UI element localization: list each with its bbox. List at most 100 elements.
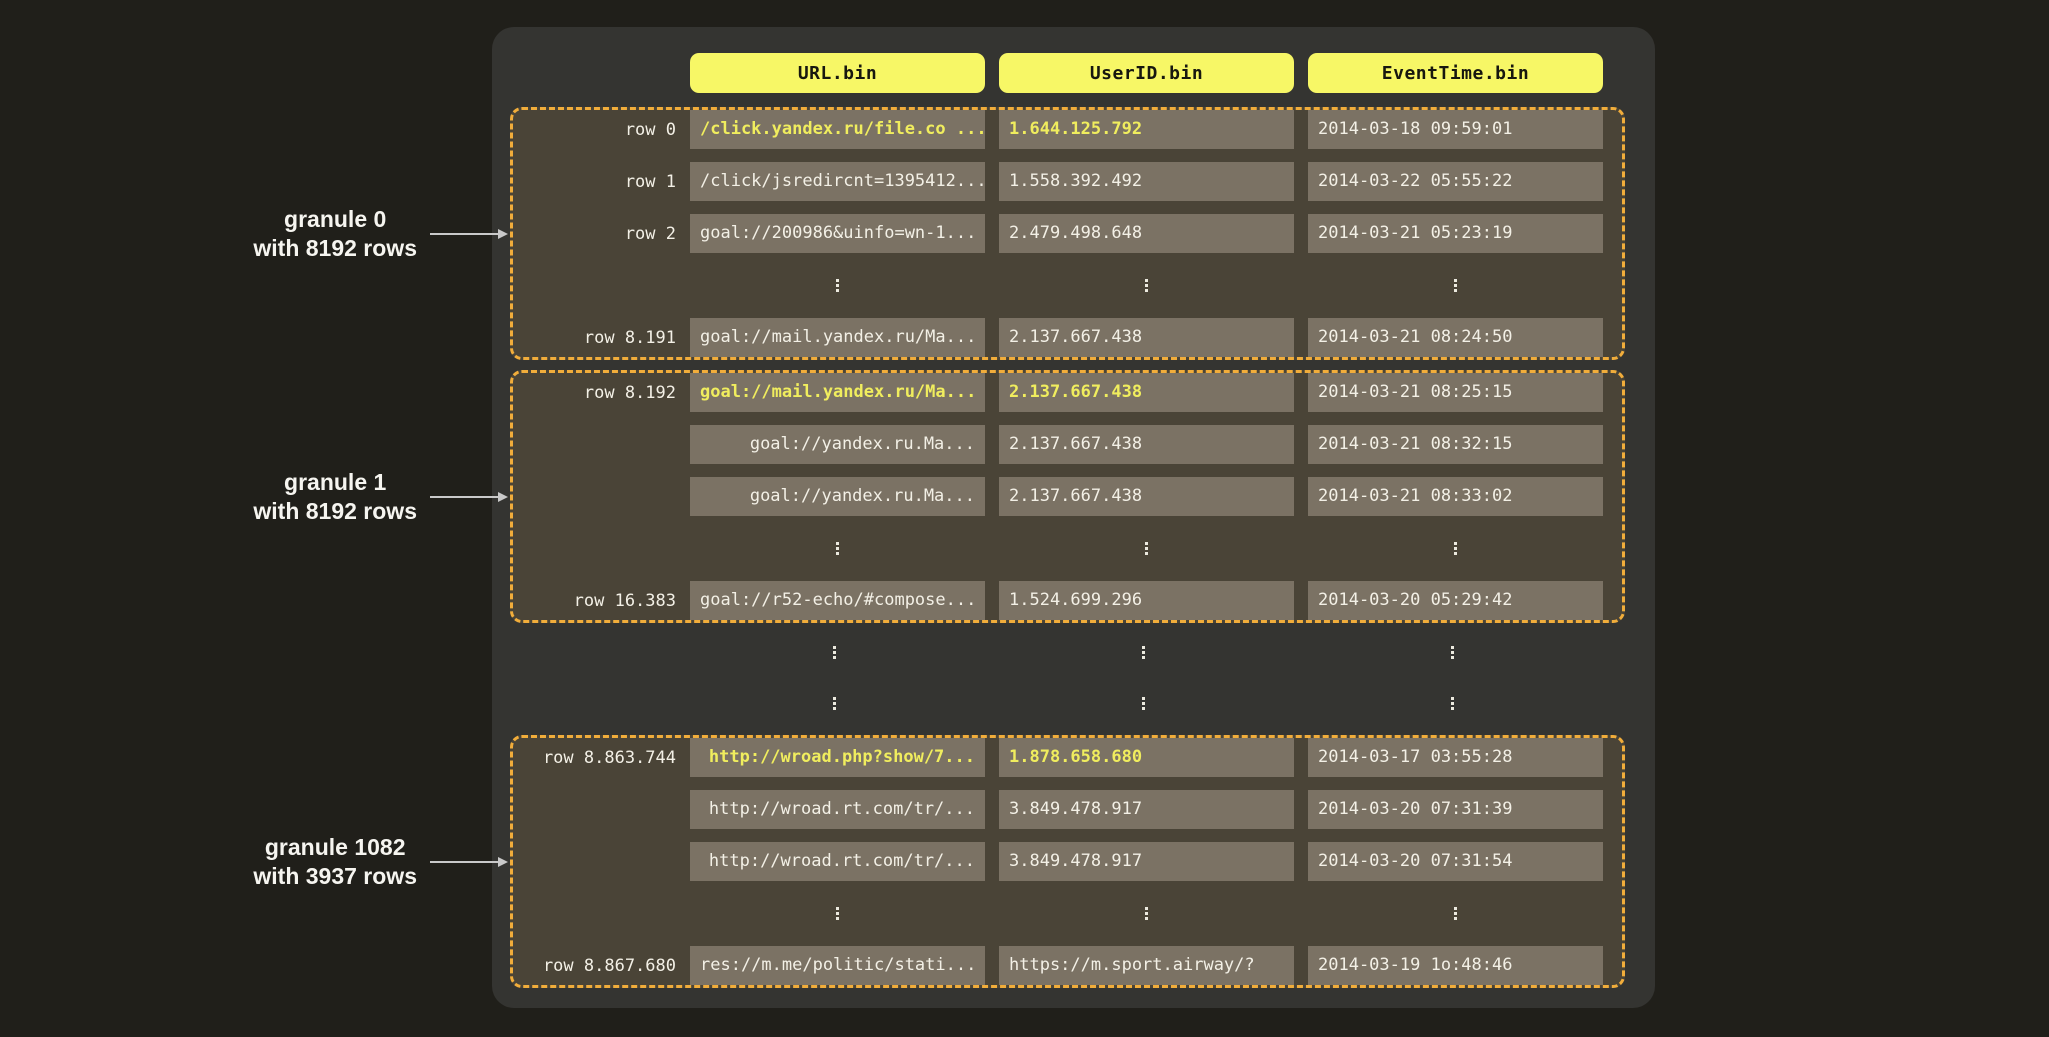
ellipsis-dot	[1142, 702, 1145, 705]
row-index-label: row 16.383	[513, 591, 676, 611]
vertical-ellipsis-icon	[1451, 646, 1454, 659]
ellipsis-dot	[833, 707, 836, 710]
vertical-ellipsis-icon	[836, 907, 839, 920]
ellipsis-dot	[833, 702, 836, 705]
granule-label-line2: with 3937 rows	[253, 862, 417, 891]
userid-cell: 1.878.658.680	[999, 738, 1294, 777]
url-cell: /click.yandex.ru/file.co ...	[690, 110, 985, 149]
ellipsis-dot	[833, 656, 836, 659]
ellipsis-dot	[1454, 552, 1457, 555]
granules-container: row 0/click.yandex.ru/file.co ...1.644.1…	[510, 107, 1655, 988]
table-row: row 2goal://200986&uinfo=wn-1...2.479.49…	[513, 214, 1622, 253]
vertical-ellipsis-icon	[1454, 542, 1457, 555]
ellipsis-cell	[999, 266, 1294, 305]
ellipsis-dot	[836, 552, 839, 555]
vertical-ellipsis-icon	[1145, 279, 1148, 292]
row-index-label: row 8.192	[513, 383, 676, 403]
row-index-label: row 2	[513, 224, 676, 244]
eventtime-cell: 2014-03-17 03:55:28	[1308, 738, 1603, 777]
vertical-ellipsis-icon	[836, 279, 839, 292]
eventtime-cell: 2014-03-21 08:32:15	[1308, 425, 1603, 464]
ellipsis-cell	[1308, 266, 1603, 305]
granule-box: row 8.863.744 http://wroad.php?show/7... 1…	[510, 735, 1625, 988]
ellipsis-dot	[1451, 651, 1454, 654]
ellipsis-cell	[687, 684, 982, 723]
ellipsis-dot	[1142, 656, 1145, 659]
ellipsis-cell	[690, 894, 985, 933]
ellipsis-dot	[836, 284, 839, 287]
granule-label-line2: with 8192 rows	[253, 497, 417, 526]
userid-cell: 2.137.667.438	[999, 373, 1294, 412]
ellipsis-dot	[833, 651, 836, 654]
arrow-right-icon	[430, 490, 508, 504]
ellipsis-cell	[996, 684, 1291, 723]
vertical-ellipsis-icon	[1142, 646, 1145, 659]
ellipsis-row	[513, 529, 1622, 568]
table-row: row 8.863.744 http://wroad.php?show/7... 1…	[513, 738, 1622, 777]
userid-cell: 1.524.699.296	[999, 581, 1294, 620]
ellipsis-dot	[1454, 289, 1457, 292]
url-cell: http://wroad.rt.com/tr/...	[690, 842, 985, 881]
ellipsis-dot	[1145, 279, 1148, 282]
ellipsis-dot	[1142, 651, 1145, 654]
userid-cell: 1.644.125.792	[999, 110, 1294, 149]
granule-label-line1: granule 1	[253, 468, 417, 497]
url-cell: /click/jsredircnt=1395412...	[690, 162, 985, 201]
table-row: goal://yandex.ru.Ma... 2.137.667.438 2014-…	[513, 477, 1622, 516]
ellipsis-dot	[1451, 646, 1454, 649]
userid-cell: https://m.sport.airway/?	[999, 946, 1294, 985]
url-cell: goal://yandex.ru.Ma...	[690, 477, 985, 516]
eventtime-cell: 2014-03-20 07:31:39	[1308, 790, 1603, 829]
ellipsis-dot	[1454, 284, 1457, 287]
url-cell: goal://yandex.ru.Ma...	[690, 425, 985, 464]
arrow-right-icon	[430, 855, 508, 869]
granule-box: row 0/click.yandex.ru/file.co ...1.644.1…	[510, 107, 1625, 360]
ellipsis-dot	[1145, 917, 1148, 920]
row-index-label: row 8.863.744	[513, 748, 676, 768]
granule-label: granule 0with 8192 rows	[0, 205, 510, 263]
eventtime-cell: 2014-03-21 08:33:02	[1308, 477, 1603, 516]
ellipsis-cell	[996, 633, 1291, 672]
ellipsis-dot	[1142, 707, 1145, 710]
url-cell: goal://mail.yandex.ru/Ma...	[690, 373, 985, 412]
granule-label: granule 1082with 3937 rows	[0, 833, 510, 891]
ellipsis-cell	[1305, 684, 1600, 723]
userid-cell: 3.849.478.917	[999, 790, 1294, 829]
ellipsis-cell	[999, 529, 1294, 568]
ellipsis-dot	[1145, 552, 1148, 555]
url-cell: goal://r52-echo/#compose...	[690, 581, 985, 620]
userid-cell: 2.137.667.438	[999, 477, 1294, 516]
ellipsis-dot	[1145, 542, 1148, 545]
eventtime-cell: 2014-03-21 08:25:15	[1308, 373, 1603, 412]
arrow-right-icon	[430, 227, 508, 241]
userid-cell: 1.558.392.492	[999, 162, 1294, 201]
ellipsis-row	[510, 684, 1625, 723]
eventtime-cell: 2014-03-20 05:29:42	[1308, 581, 1603, 620]
ellipsis-dot	[836, 542, 839, 545]
ellipsis-row	[513, 266, 1622, 305]
ellipsis-row	[510, 633, 1625, 672]
granule-label-line1: granule 0	[253, 205, 417, 234]
vertical-ellipsis-icon	[1142, 697, 1145, 710]
granule-label-line2: with 8192 rows	[253, 234, 417, 263]
ellipsis-dot	[833, 646, 836, 649]
ellipsis-dot	[836, 912, 839, 915]
granule-label-text: granule 1with 8192 rows	[253, 468, 417, 526]
ellipsis-cell	[687, 633, 982, 672]
table-row: row 0/click.yandex.ru/file.co ...1.644.1…	[513, 110, 1622, 149]
ellipsis-dot	[1454, 279, 1457, 282]
ellipsis-dot	[1145, 547, 1148, 550]
table-row: http://wroad.rt.com/tr/...3.849.478.9172…	[513, 790, 1622, 829]
userid-cell: 2.137.667.438	[999, 425, 1294, 464]
table-row: row 8.191goal://mail.yandex.ru/Ma...2.13…	[513, 318, 1622, 357]
ellipsis-dot	[836, 289, 839, 292]
url-cell: res://m.me/politic/stati...	[690, 946, 985, 985]
vertical-ellipsis-icon	[1145, 542, 1148, 555]
url-cell: http://wroad.php?show/7...	[690, 738, 985, 777]
table-row: http://wroad.rt.com/tr/...3.849.478.9172…	[513, 842, 1622, 881]
eventtime-cell: 2014-03-21 08:24:50	[1308, 318, 1603, 357]
table-row: row 16.383 goal://r52-echo/#compose... 1.5…	[513, 581, 1622, 620]
ellipsis-dot	[836, 907, 839, 910]
url-cell: goal://200986&uinfo=wn-1...	[690, 214, 985, 253]
table-row: row 1/click/jsredircnt=1395412...1.558.3…	[513, 162, 1622, 201]
